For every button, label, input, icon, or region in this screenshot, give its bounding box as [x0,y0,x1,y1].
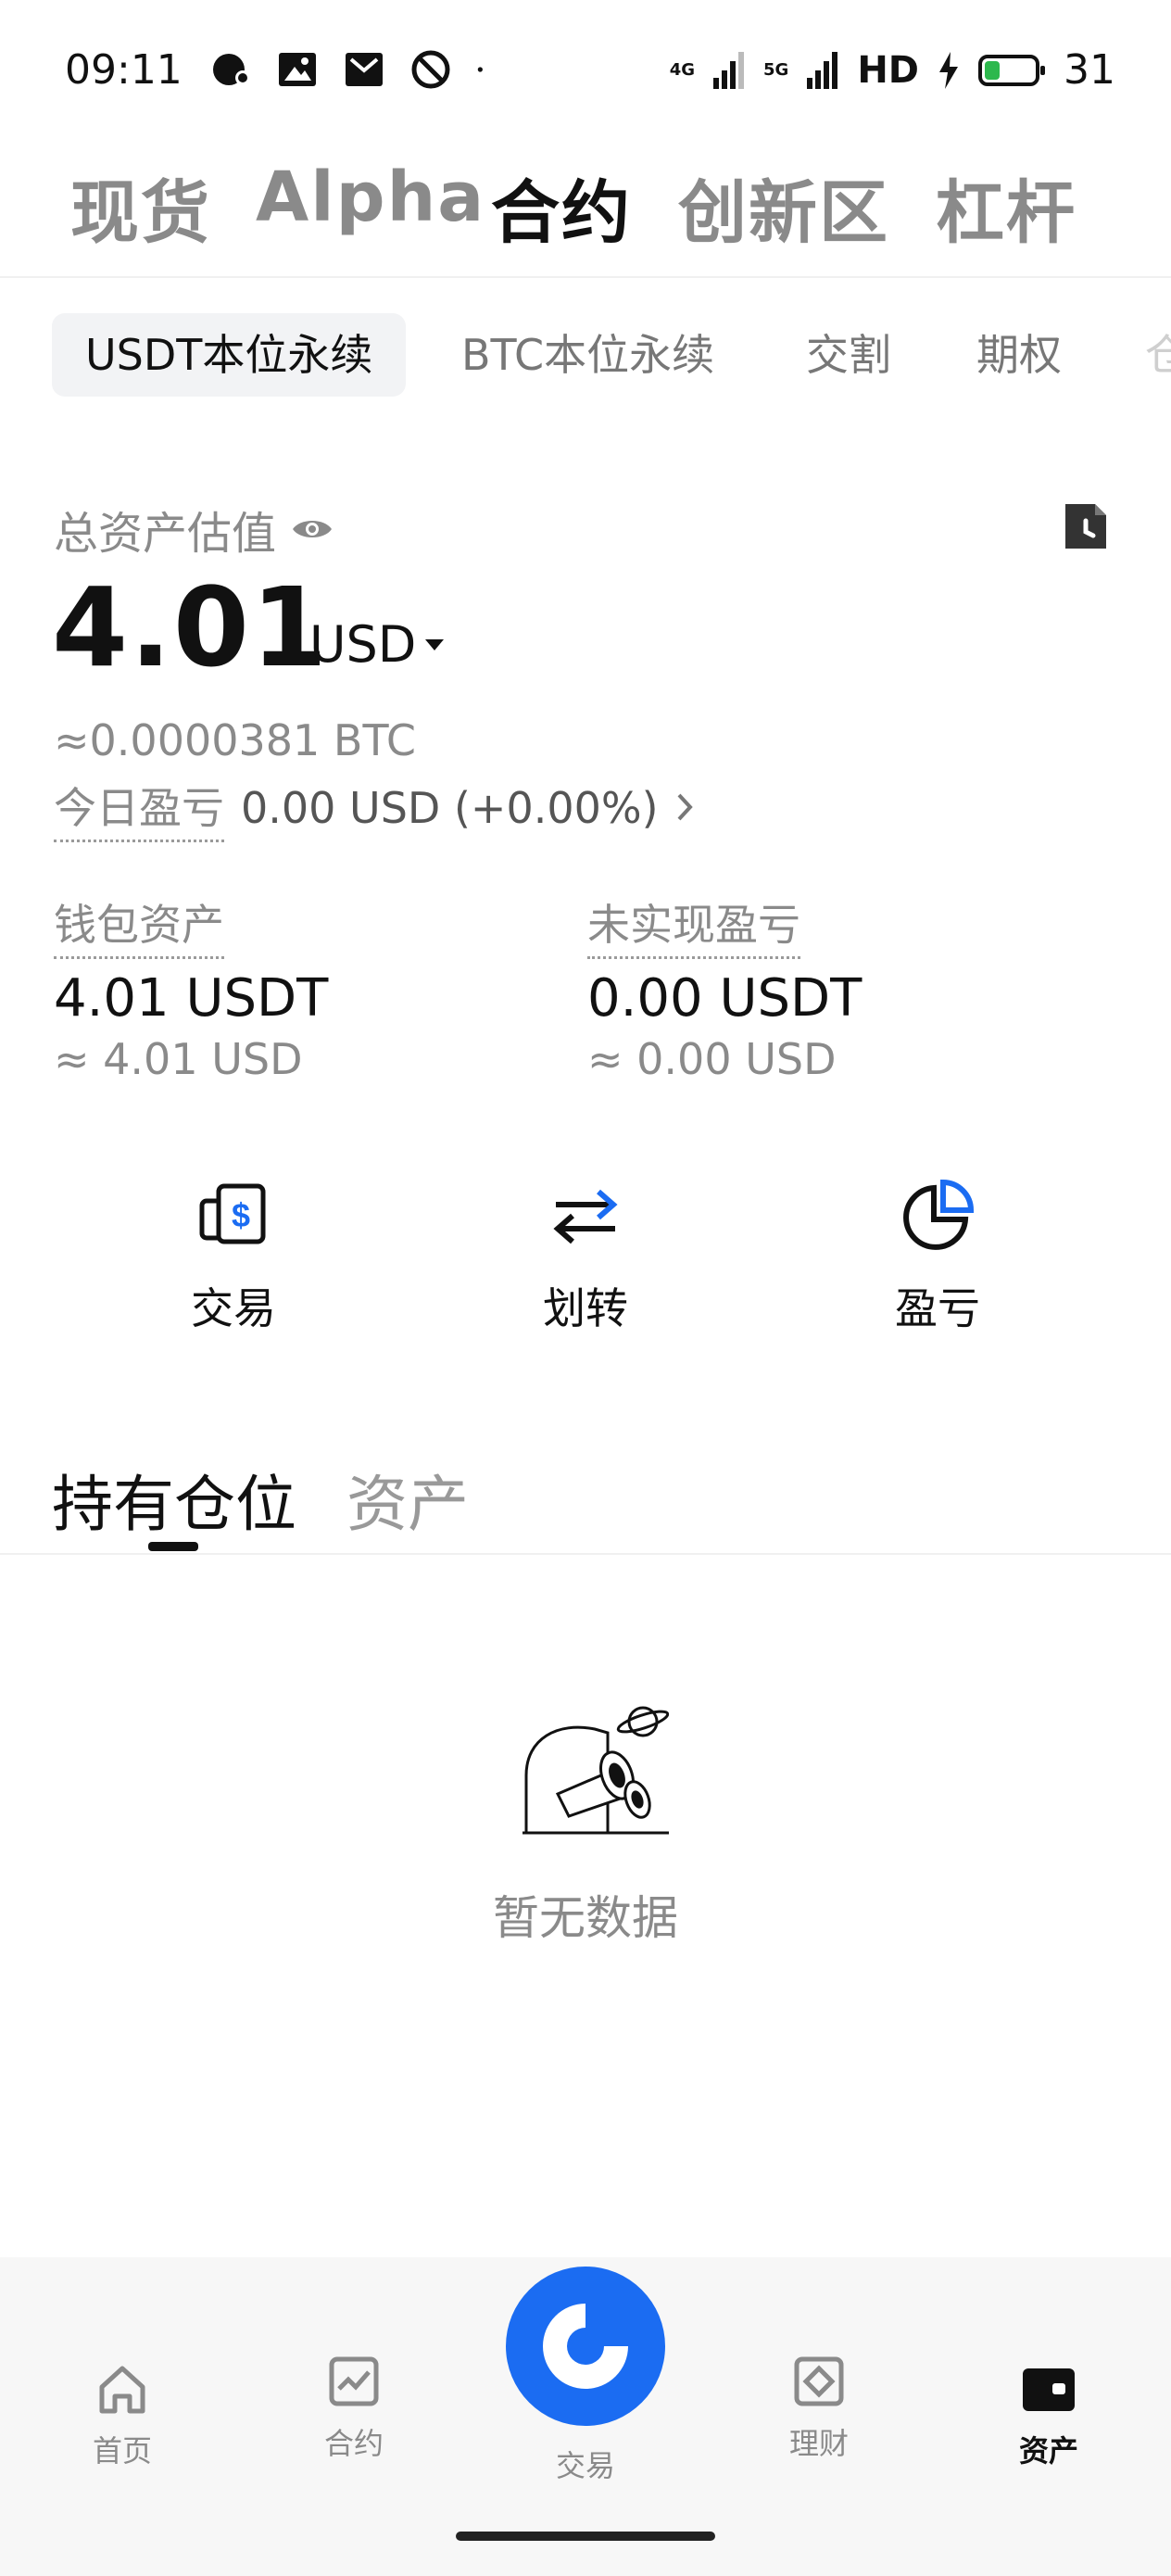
trade-icon: $ [199,1183,266,1244]
pie-chart-icon [903,1179,975,1250]
mail-icon [346,53,383,86]
tab-positions[interactable]: 持有仓位 [52,1455,296,1544]
status-notification-icons [209,48,495,91]
contract-type-tabs: USDT本位永续 BTC本位永续 交割 期权 仓 [0,313,1171,402]
tab-futures[interactable]: 合约 [491,158,632,257]
wallet-asset-label: 钱包资产 [54,891,224,959]
today-pnl-label: 今日盈亏 [54,775,224,842]
home-icon [99,2366,145,2414]
caret-down-icon [425,638,445,650]
total-asset-label: 总资产估值 [54,497,334,562]
battery-fill [985,60,1001,80]
image-icon [279,53,316,86]
nav-earn[interactable]: 理财 [763,2354,875,2463]
tab-innovation[interactable]: 创新区 [678,158,889,257]
transfer-icon [553,1189,618,1244]
trade-center-icon [543,2304,628,2389]
unrealized-pnl-value: 0.00 USDT [587,968,863,1029]
btc-equivalent: ≈0.0000381 BTC [54,715,416,765]
bottom-navigation: 首页 合约 交易 理财 资产 [0,2257,1171,2576]
transfer-button-label: 划转 [543,1283,628,1333]
market-type-tabs: 现货 Alpha 合约 创新区 杠杆 [0,158,1171,278]
nav-futures[interactable]: 合约 [298,2354,409,2463]
nav-trade-center-button[interactable] [506,2267,665,2426]
pnl-button[interactable]: 盈亏 [845,1177,1030,1336]
status-system-icons: 4G 5G HD 31 [670,46,1115,94]
today-pnl-value: 0.00 USD (+0.00%) [241,783,659,833]
currency-selector[interactable]: USD [309,615,445,674]
svg-text:$: $ [232,1196,250,1234]
wallet-asset-approx: ≈ 4.01 USD [54,1034,303,1084]
battery-level: 31 [1064,46,1115,94]
eye-icon[interactable] [291,515,334,543]
today-pnl-row[interactable]: 今日盈亏 0.00 USD (+0.00%) [54,775,696,842]
active-tab-indicator [148,1542,198,1551]
paint-icon [213,54,250,85]
earn-icon [794,2356,844,2406]
nav-assets[interactable]: 资产 [993,2361,1104,2470]
tab-spot[interactable]: 现货 [70,158,211,257]
nav-home[interactable]: 首页 [67,2361,178,2470]
charging-icon [939,51,958,89]
trade-button-label: 交易 [191,1283,276,1333]
unrealized-pnl-label: 未实现盈亏 [587,891,800,959]
holdings-tabs: 持有仓位 资产 [0,1446,1171,1555]
transfer-button[interactable]: 划转 [493,1177,678,1336]
network-4g-label: 4G [669,59,695,80]
empty-telescope-illustration [523,1706,669,1835]
battery-icon [978,54,1045,86]
total-asset-label-text: 总资产估值 [54,508,277,560]
nav-trade-label: 交易 [555,2448,615,2483]
futures-icon [329,2356,379,2406]
nav-earn-label: 理财 [788,2426,849,2461]
tab-assets[interactable]: 资产 [346,1455,469,1544]
trade-button[interactable]: $ 交易 [141,1177,326,1336]
tab-alpha[interactable]: Alpha [256,158,485,237]
currency-label: USD [309,615,417,674]
signal-icon-2 [807,51,838,89]
unrealized-pnl-approx: ≈ 0.00 USD [587,1034,837,1084]
status-bar: 09:11 4G 5G HD 31 [0,0,1171,139]
pnl-button-label: 盈亏 [895,1283,980,1333]
tab-delivery[interactable]: 交割 [773,313,925,397]
network-5g-label: 5G [763,59,789,80]
tab-options[interactable]: 期权 [943,313,1095,397]
tab-btc-perpetual[interactable]: BTC本位永续 [428,313,748,397]
status-time: 09:11 [65,46,183,94]
wallet-asset-value: 4.01 USDT [54,968,329,1029]
tab-usdt-perpetual[interactable]: USDT本位永续 [52,313,407,397]
history-icon[interactable] [1062,500,1110,552]
tab-margin[interactable]: 杠杆 [936,158,1077,257]
empty-state-text: 暂无数据 [493,1891,678,1945]
nav-home-label: 首页 [92,2433,152,2469]
wallet-asset-block: 钱包资产 4.01 USDT ≈ 4.01 USD [54,891,328,1084]
home-indicator[interactable] [456,2532,715,2541]
signal-icon [713,51,744,89]
tab-position-partial[interactable]: 仓 [1112,313,1171,397]
hd-label: HD [857,48,919,92]
block-icon [411,50,450,89]
chevron-right-icon [677,793,693,821]
dot-icon [477,67,483,72]
wallet-icon [1023,2368,1075,2411]
nav-futures-label: 合约 [323,2426,384,2461]
nav-assets-label: 资产 [1018,2433,1078,2469]
total-asset-value: 4.01 [52,563,330,691]
unrealized-pnl-block: 未实现盈亏 0.00 USDT ≈ 0.00 USD [587,891,862,1084]
